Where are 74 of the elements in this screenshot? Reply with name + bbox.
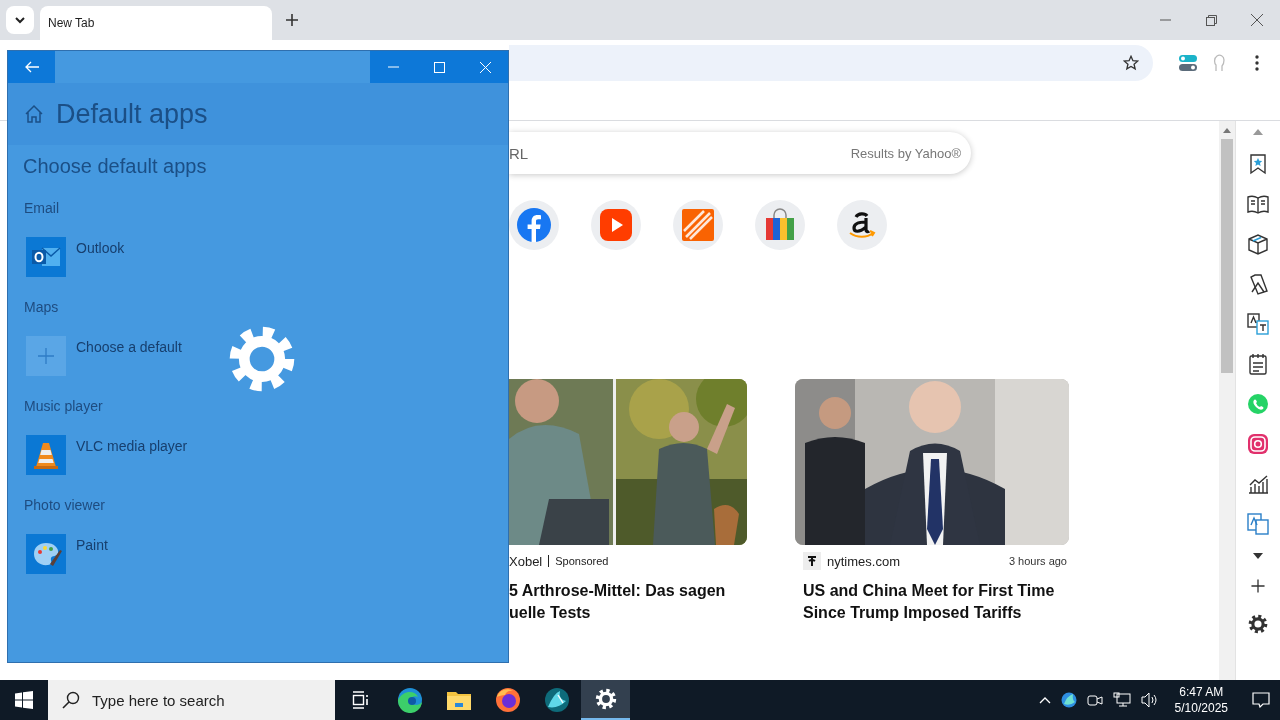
bar-chart-icon[interactable] (1247, 473, 1270, 495)
sponsored-label: Sponsored (548, 555, 609, 567)
back-button[interactable] (8, 51, 55, 83)
search-provider: Results by Yahoo® (850, 145, 961, 161)
shortcut-tile[interactable] (837, 200, 887, 250)
play-icon (600, 209, 632, 241)
section-heading: Choose default apps (23, 155, 208, 178)
clock[interactable]: 6:47 AM 5/10/2025 (1174, 684, 1228, 716)
new-tab-icon[interactable] (284, 12, 300, 28)
maximize-icon (433, 61, 445, 73)
browser-tab[interactable]: New Tab (40, 6, 272, 40)
settings-icon[interactable] (593, 687, 618, 711)
notification-icon[interactable] (1252, 692, 1270, 708)
category-label: Email (24, 200, 59, 216)
article-title[interactable]: 5 Arthrose-Mittel: Das sagen uelle Tests (509, 580, 747, 624)
shortcut-tile[interactable] (509, 200, 559, 250)
settings-icon[interactable] (1247, 613, 1270, 635)
tile-icon (682, 209, 714, 241)
menu-icon[interactable] (1255, 55, 1259, 71)
shortcut-tile[interactable] (591, 200, 641, 250)
shortcut-tile[interactable] (673, 200, 723, 250)
arrow-left-icon (24, 61, 39, 73)
f-logo-icon (517, 208, 551, 242)
close-icon (479, 61, 491, 73)
article-title[interactable]: US and China Meet for First Time Since Trump Imposed Tariffs (795, 580, 1069, 624)
search-field[interactable]: RL (509, 133, 851, 173)
folder-icon[interactable] (446, 690, 471, 710)
translate-icon[interactable] (1247, 313, 1270, 335)
star-icon[interactable] (1123, 55, 1139, 71)
shopping-bag-icon (764, 208, 796, 242)
plus-icon[interactable] (1249, 577, 1268, 595)
speaker-icon[interactable] (1140, 692, 1159, 708)
caret-down-icon[interactable] (1253, 553, 1264, 559)
category-label: Photo viewer (24, 497, 105, 513)
toggle-icon[interactable] (1179, 54, 1197, 72)
book-icon[interactable] (1247, 193, 1270, 215)
plus-icon (26, 336, 66, 376)
app-picker[interactable]: Outlook (26, 237, 125, 277)
traffic-cone-icon (26, 435, 66, 475)
scrollbar[interactable] (1219, 121, 1236, 680)
windows-logo-icon[interactable] (15, 691, 33, 709)
fox-globe-icon[interactable] (494, 687, 521, 713)
palette-icon (26, 534, 66, 574)
app-picker[interactable]: VLC media player (26, 435, 188, 475)
minimize-icon (387, 66, 399, 68)
app-picker[interactable]: Choose a default (26, 336, 182, 376)
app-icon[interactable] (543, 687, 570, 713)
caret-up-icon[interactable] (1253, 129, 1264, 135)
source-name: Xobel (509, 553, 543, 569)
category-label: Music player (24, 398, 103, 414)
mail-app-icon (26, 237, 66, 277)
caret-down-icon (14, 14, 26, 26)
app-icon[interactable] (1060, 692, 1077, 708)
box-icon[interactable] (1247, 233, 1270, 255)
close-icon[interactable] (1251, 14, 1263, 26)
restore-icon[interactable] (1205, 14, 1217, 26)
time-label: 3 hours ago (1008, 555, 1067, 567)
chevron-up-icon[interactable] (1038, 696, 1051, 704)
camera-icon[interactable] (1086, 692, 1103, 708)
task-view-icon[interactable] (351, 691, 370, 709)
caret-up-icon[interactable] (1223, 128, 1232, 133)
shortcut-tile[interactable] (755, 200, 805, 250)
category-label: Maps (24, 299, 59, 315)
home-icon[interactable] (24, 104, 44, 124)
source-name: nytimes.com (827, 553, 900, 569)
network-icon[interactable] (1112, 692, 1131, 708)
page-title: Default apps (56, 98, 208, 130)
notepad-icon[interactable] (1247, 353, 1270, 375)
tab-list-button[interactable] (6, 6, 34, 34)
app-picker[interactable]: Paint (26, 534, 108, 574)
swirl-icon[interactable] (396, 687, 423, 713)
smile-arrow-icon (847, 210, 877, 240)
logo-icon (803, 552, 821, 570)
taskbar-search-field[interactable]: Type here to search (48, 680, 335, 720)
